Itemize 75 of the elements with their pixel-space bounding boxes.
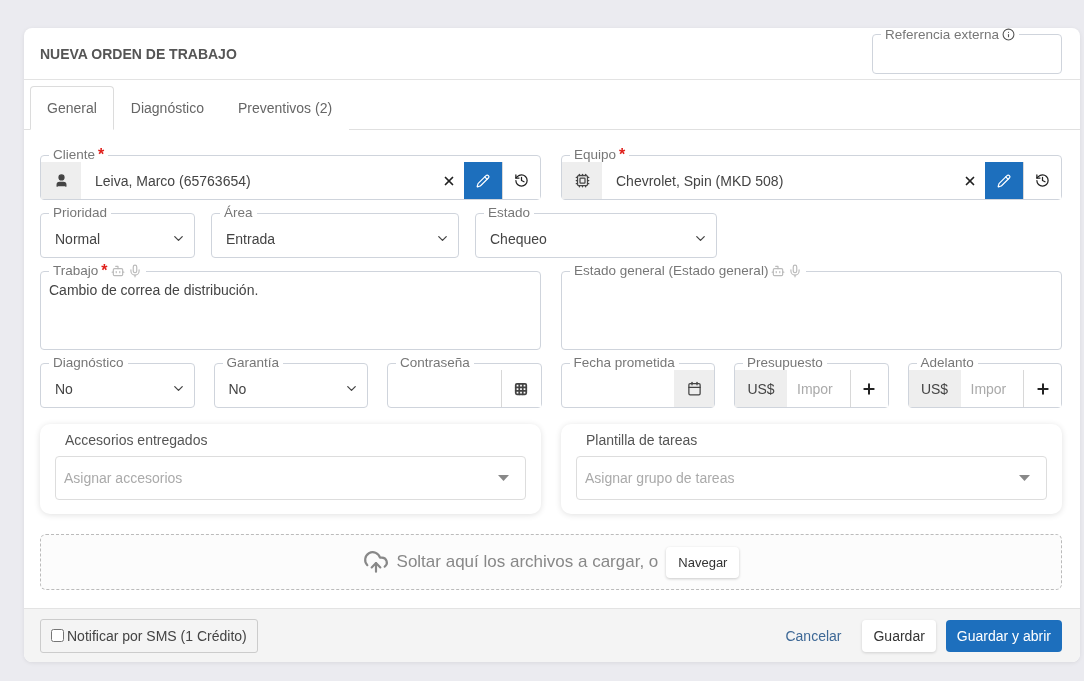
checkbox[interactable]: [51, 629, 64, 642]
field-label: Estado general (Estado general): [574, 264, 769, 278]
lookup-field[interactable]: Equipo * Chevrolet, Spin (MKD 508): [561, 148, 1062, 200]
field-value: Chevrolet, Spin (MKD 508): [615, 172, 785, 189]
amount-field[interactable]: Adelanto US$ Impor: [907, 356, 1062, 408]
plus-icon: [1034, 380, 1051, 397]
caret-icon: [1019, 475, 1030, 481]
info-icon: [1002, 28, 1016, 41]
required-mark: *: [619, 148, 626, 162]
placeholder-text: Impor: [796, 380, 834, 397]
plus-icon: [861, 380, 877, 397]
dropdown-field[interactable]: Estado Chequeo: [475, 206, 717, 258]
text-value: Cambio de correa de distribución.: [48, 281, 260, 300]
field-label: Trabajo: [53, 264, 99, 278]
dropdown-field[interactable]: Garantía No: [213, 356, 368, 408]
dropzone-text: Soltar aquí los archivos a cargar, o: [396, 552, 659, 572]
required-mark: *: [101, 264, 108, 278]
required-mark: *: [98, 148, 105, 162]
cancel-link[interactable]: Cancelar: [774, 619, 853, 652]
chip-icon: [562, 162, 602, 199]
selected-value: Normal: [54, 230, 102, 247]
field-label: Estado: [488, 206, 531, 220]
lookup-field[interactable]: Cliente * Leiva, Marco (65763654): [40, 148, 541, 200]
placeholder-text: Impor: [969, 380, 1008, 397]
add-button[interactable]: [849, 370, 888, 407]
field-label: Adelanto: [920, 356, 974, 370]
history-icon: [1035, 173, 1050, 188]
history-icon: [514, 173, 529, 188]
field-label: Cliente: [53, 148, 96, 162]
save-open-button[interactable]: Guardar y abrir: [945, 619, 1062, 652]
selected-value: Entrada: [225, 230, 277, 247]
field-label: Referencia externa: [885, 28, 1000, 42]
pencil-icon: [997, 173, 1011, 188]
tab[interactable]: General: [30, 86, 114, 130]
browse-button[interactable]: Navegar: [666, 546, 740, 578]
placeholder-text: Asignar grupo de tareas: [585, 470, 735, 486]
keypad-icon[interactable]: [500, 370, 541, 407]
edit-button[interactable]: [985, 162, 1023, 199]
selected-value: Chequeo: [489, 230, 548, 247]
dropdown-field[interactable]: Área Entrada: [211, 206, 459, 258]
field-label: Presupuesto: [747, 356, 823, 370]
selected-value: No: [54, 380, 74, 397]
field-value: Leiva, Marco (65763654): [94, 172, 252, 189]
field-label: Equipo: [574, 148, 617, 162]
dropdown-field[interactable]: Diagnóstico No: [40, 356, 195, 408]
selected-value: No: [227, 380, 248, 397]
panel-title: Accesorios entregados: [64, 432, 209, 448]
dropdown-field[interactable]: Prioridad Normal: [40, 206, 195, 258]
calendar-icon[interactable]: [674, 370, 714, 407]
field-label: Contraseña: [400, 356, 470, 370]
currency-label: US$: [908, 370, 961, 407]
external-reference-field[interactable]: Referencia externa: [872, 28, 1062, 74]
panel-title: Plantilla de tareas: [585, 432, 699, 448]
caret-icon: [498, 475, 509, 481]
amount-field[interactable]: Presupuesto US$ Impor: [734, 356, 889, 408]
checkbox-label: Notificar por SMS (1 Crédito): [67, 627, 247, 644]
field-label: Diagnóstico: [53, 356, 124, 370]
history-button[interactable]: [1023, 162, 1061, 199]
password-field[interactable]: Contraseña: [387, 356, 542, 408]
field-label: Garantía: [226, 356, 280, 370]
field-label: Área: [224, 206, 253, 220]
add-button[interactable]: [1023, 370, 1061, 407]
sms-option-box[interactable]: Notificar por SMS (1 Crédito): [40, 618, 258, 653]
cloud-upload-icon: [362, 549, 389, 575]
field-label: Prioridad: [53, 206, 108, 220]
edit-button[interactable]: [464, 162, 502, 199]
save-button[interactable]: Guardar: [862, 619, 936, 652]
field-label: Fecha prometida: [573, 356, 675, 370]
history-button[interactable]: [502, 162, 540, 199]
form-title: NUEVA ORDEN DE TRABAJO: [40, 45, 237, 62]
person-icon: [41, 162, 81, 199]
currency-label: US$: [735, 370, 787, 407]
placeholder-text: Asignar accesorios: [64, 470, 183, 486]
pencil-icon: [476, 173, 490, 188]
date-field[interactable]: Fecha prometida: [560, 356, 715, 408]
